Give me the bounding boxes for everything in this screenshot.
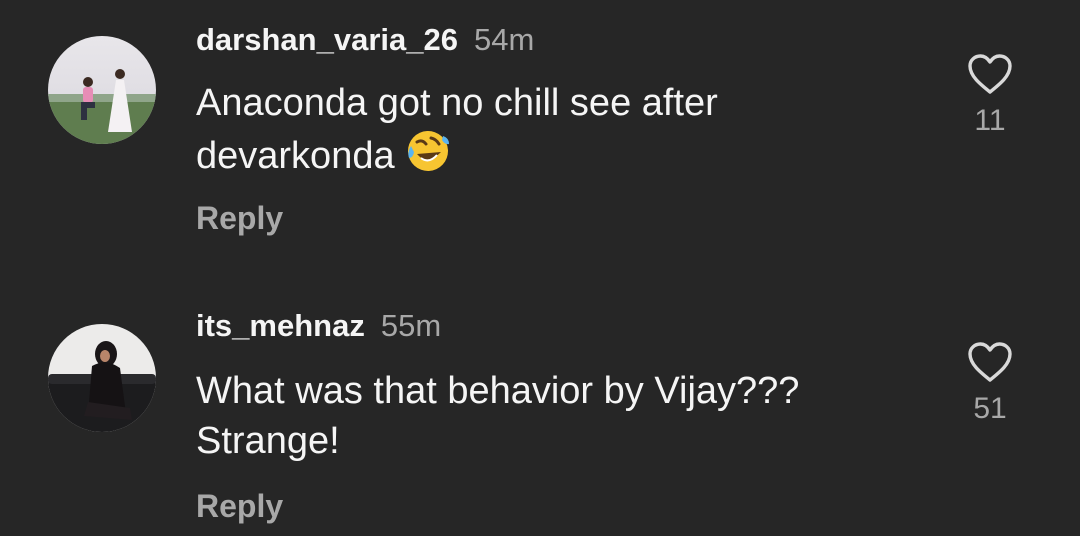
rolling-on-floor-laughing-icon [405,128,451,187]
comment-line-with-emoji: devarkonda [196,128,896,187]
comment-text: What was that behavior by Vijay??? Stran… [196,366,896,466]
avatar[interactable] [48,36,156,144]
like-control: 11 [960,52,1020,136]
like-count: 11 [974,104,1006,137]
timestamp: 55m [380,308,442,343]
username[interactable]: its_mehnaz [196,308,365,343]
like-control: 51 [960,340,1020,424]
heart-icon[interactable] [966,340,1014,384]
reply-button[interactable]: Reply [196,202,283,234]
reply-button[interactable]: Reply [196,490,283,522]
comment-line: devarkonda [196,135,395,177]
heart-icon[interactable] [966,52,1014,96]
comment-header: its_mehnaz 55m [196,310,441,341]
timestamp: 54m [473,22,535,57]
comment-line: Anaconda got no chill see after [196,82,718,124]
comment-line: What was that behavior by Vijay??? [196,370,800,412]
username[interactable]: darshan_varia_26 [196,22,458,57]
comment-text: Anaconda got no chill see after devarkon… [196,78,896,187]
comment-header: darshan_varia_26 54m [196,24,534,55]
avatar[interactable] [48,324,156,432]
comment-line: Strange! [196,420,340,462]
like-count: 51 [973,392,1007,425]
